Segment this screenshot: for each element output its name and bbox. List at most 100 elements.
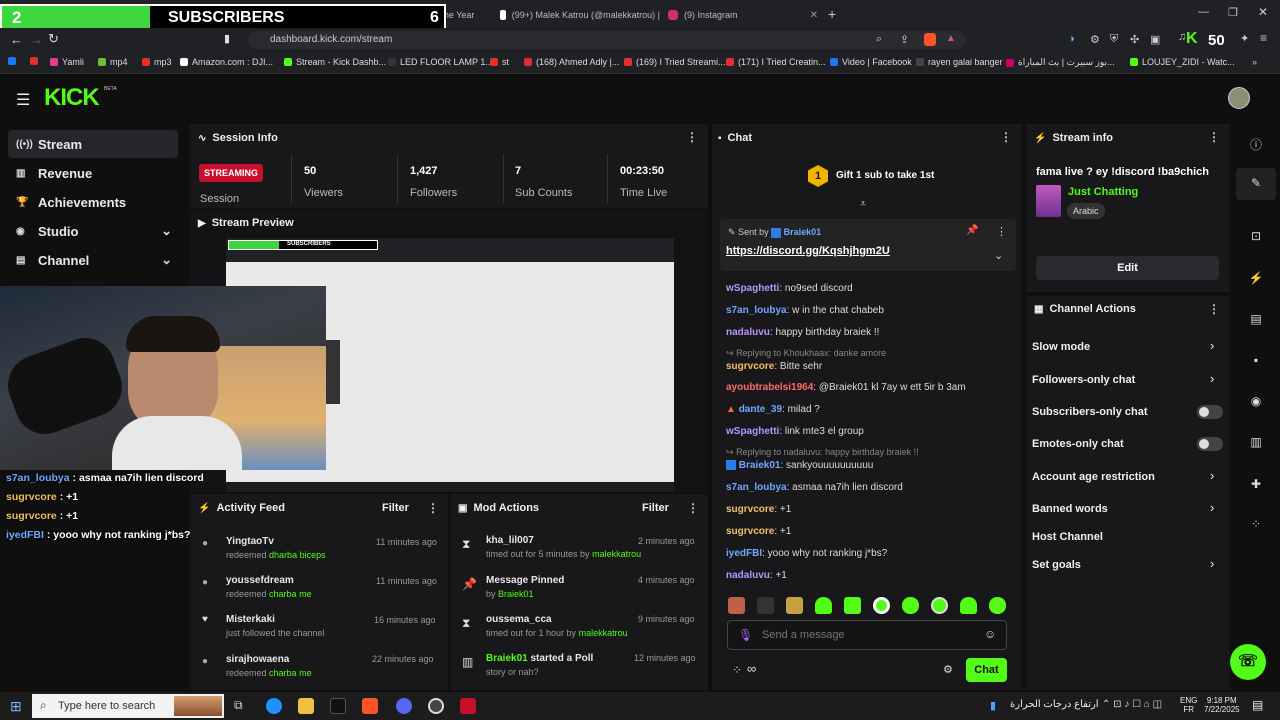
sidebar-item-channel[interactable]: ▤ Channel ⌄: [8, 246, 178, 274]
close-window-icon[interactable]: ✕: [1258, 5, 1268, 19]
extension-icon[interactable]: ◑: [1068, 33, 1075, 45]
bookmark-item[interactable]: mp3: [142, 57, 172, 67]
chat-user[interactable]: sugrvcore: [726, 526, 774, 537]
obs-icon[interactable]: [428, 698, 444, 714]
bookmark-item[interactable]: (168) Ahmed Adly |...: [524, 57, 619, 67]
tiktok-icon[interactable]: [330, 698, 346, 714]
more-options-icon[interactable]: ⋮: [427, 501, 439, 515]
new-tab-button[interactable]: +: [828, 6, 836, 22]
emote-icon[interactable]: [931, 597, 948, 614]
bookmark-facebook[interactable]: [8, 57, 16, 65]
emote-icon[interactable]: [873, 597, 890, 614]
kick-logo[interactable]: KICK: [44, 84, 100, 112]
clock[interactable]: 9:18 PM 7/22/2025: [1204, 696, 1240, 714]
category-name[interactable]: Just Chatting: [1068, 186, 1138, 198]
bookmark-item[interactable]: st: [490, 57, 509, 67]
chat-user[interactable]: wSpaghetti: [726, 283, 779, 294]
file-explorer-icon[interactable]: [298, 698, 314, 714]
gift-sub-prompt[interactable]: Gift 1 sub to take 1st: [836, 170, 934, 181]
emote-icon[interactable]: [960, 597, 977, 614]
zoom-icon[interactable]: ⌕: [876, 33, 882, 46]
document-icon[interactable]: ▤: [1248, 312, 1264, 328]
forward-icon[interactable]: →: [30, 32, 43, 47]
action-followers-only[interactable]: Followers-only chat: [1032, 374, 1135, 386]
chat-user[interactable]: dante_39: [739, 404, 782, 415]
action-banned-words[interactable]: Banned words: [1032, 503, 1108, 515]
more-options-icon[interactable]: ⋮: [996, 225, 1007, 238]
chevron-right-icon[interactable]: ›: [1210, 371, 1214, 386]
weather-text[interactable]: ارتفاع درجات الحرارة: [1010, 699, 1099, 710]
pinned-user[interactable]: Braiek01: [784, 227, 822, 237]
emotes-only-toggle[interactable]: [1197, 437, 1223, 451]
emote-icon[interactable]: [728, 597, 745, 614]
sidebar-item-stream[interactable]: ((•)) Stream: [8, 130, 178, 158]
extension-icon[interactable]: ⛨: [1110, 33, 1118, 46]
more-options-icon[interactable]: ⋮: [686, 130, 698, 144]
bookmark-item[interactable]: Video | Facebook: [830, 57, 912, 67]
edge-icon[interactable]: [266, 698, 282, 714]
bookmark-item[interactable]: بوز سبيرت | بث المباراة...: [1006, 57, 1115, 68]
emoji-icon[interactable]: ☺: [984, 627, 996, 641]
action-set-goals[interactable]: Set goals: [1032, 559, 1081, 571]
activity-user[interactable]: YingtaoTv: [226, 536, 274, 547]
chevron-right-icon[interactable]: ›: [1210, 338, 1214, 353]
emote-icon[interactable]: [815, 597, 832, 614]
edit-icon[interactable]: ✎: [1248, 176, 1264, 192]
emote-icon[interactable]: [844, 597, 861, 614]
discord-icon[interactable]: [396, 698, 412, 714]
activity-user[interactable]: sirajhowaena: [226, 654, 289, 665]
notifications-icon[interactable]: ▤: [1252, 698, 1263, 712]
chat-input-box[interactable]: 🎙 ☺: [727, 620, 1007, 650]
mod-target[interactable]: oussema_cca: [486, 614, 552, 625]
chat-user[interactable]: nadaluvu: [726, 570, 770, 581]
dots-cluster-icon[interactable]: ⁘: [1248, 517, 1264, 533]
emote-icon[interactable]: [902, 597, 919, 614]
minimize-icon[interactable]: —: [1198, 6, 1209, 18]
maximize-icon[interactable]: ❐: [1228, 6, 1238, 19]
weather-icon[interactable]: ▮: [990, 699, 996, 712]
bookmarks-overflow-icon[interactable]: »: [1252, 57, 1257, 67]
bookmark-item[interactable]: Stream - Kick Dashb...: [284, 57, 386, 67]
url-input[interactable]: dashboard.kick.com/stream: [248, 31, 966, 49]
more-options-icon[interactable]: ⋮: [687, 501, 699, 515]
emote-icon[interactable]: [786, 597, 803, 614]
gear-icon[interactable]: ⚙: [943, 663, 953, 676]
mod-target[interactable]: kha_lil007: [486, 535, 534, 546]
action-host-channel[interactable]: Host Channel: [1032, 531, 1103, 543]
extension-icon[interactable]: ⚙: [1090, 33, 1100, 46]
menu-icon[interactable]: ≡: [1260, 31, 1267, 45]
chat-send-button[interactable]: Chat: [966, 658, 1007, 682]
bookmark-item[interactable]: (171) I Tried Creatin...: [726, 57, 826, 67]
back-icon[interactable]: ←: [10, 32, 23, 47]
subscribers-only-toggle[interactable]: [1197, 405, 1223, 419]
scroll-down-icon[interactable]: ⩡: [860, 198, 866, 211]
brave-shield-icon[interactable]: [924, 33, 936, 46]
sidebar-toggle-icon[interactable]: ▣: [1150, 33, 1160, 46]
bookmark-icon[interactable]: ▮: [224, 32, 230, 45]
hamburger-menu-icon[interactable]: ☰: [16, 90, 30, 110]
chat-user[interactable]: ayoubtrabelsi1964: [726, 382, 813, 393]
camera-icon[interactable]: ⊡: [1248, 229, 1264, 245]
chevron-down-icon[interactable]: ⌄: [994, 249, 1003, 262]
sidebar-item-revenue[interactable]: ▥ Revenue: [8, 159, 178, 187]
support-chat-icon[interactable]: ☏: [1230, 644, 1266, 680]
layout-icon[interactable]: ▥: [1248, 435, 1264, 451]
mod-filter-button[interactable]: Filter: [642, 502, 669, 514]
bookmark-item[interactable]: Amazon.com : DJI...: [180, 57, 273, 67]
kick-extension-icon[interactable]: ♫: [1178, 31, 1186, 43]
windows-start-icon[interactable]: ⊞: [10, 698, 22, 715]
action-slow-mode[interactable]: Slow mode: [1032, 341, 1090, 353]
action-account-age[interactable]: Account age restriction: [1032, 471, 1155, 483]
brave-icon[interactable]: [362, 698, 378, 714]
chat-user[interactable]: sugrvcore: [726, 361, 774, 372]
input-language[interactable]: ENG FR: [1180, 696, 1197, 714]
microphone-icon[interactable]: 🎙: [738, 628, 753, 642]
chat-input[interactable]: [762, 627, 972, 643]
lightning-icon[interactable]: ⚡: [1248, 271, 1264, 287]
chat-settings-dots-icon[interactable]: ⁘: [732, 663, 742, 677]
action-emotes-only[interactable]: Emotes-only chat: [1032, 438, 1124, 450]
task-view-icon[interactable]: ⧉: [234, 698, 243, 713]
unpin-icon[interactable]: 📌: [966, 225, 978, 236]
edit-stream-info-button[interactable]: Edit: [1036, 256, 1219, 280]
avatar[interactable]: [1228, 87, 1250, 109]
